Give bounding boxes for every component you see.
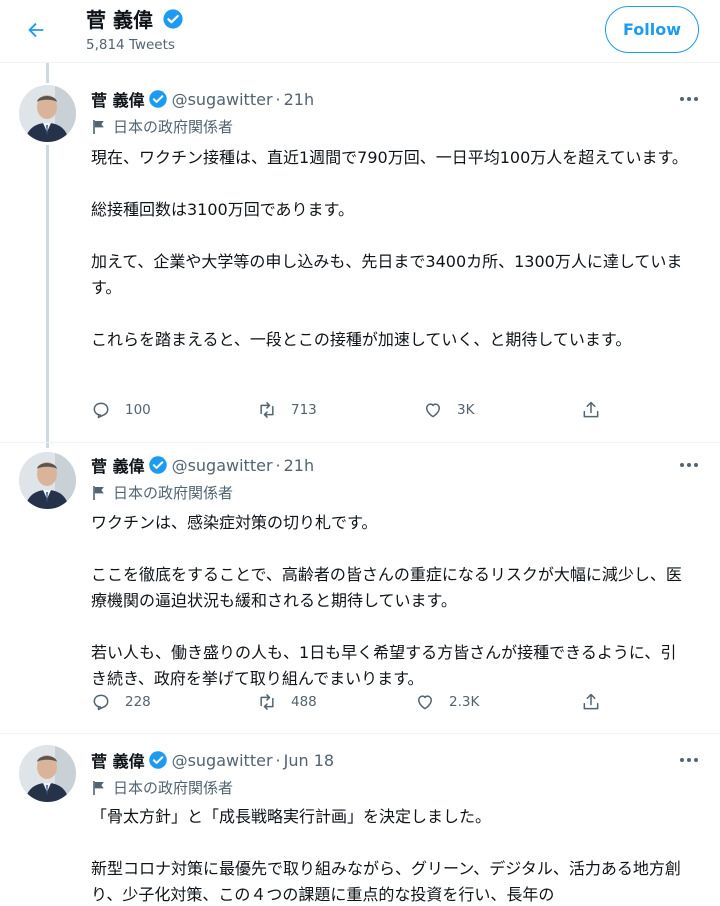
- share-icon: [583, 401, 599, 418]
- author-name[interactable]: 菅 義偉: [91, 453, 145, 477]
- more-icon: [680, 463, 698, 467]
- more-options-button[interactable]: [677, 455, 701, 475]
- tweet-timestamp[interactable]: 21h: [284, 90, 315, 109]
- more-icon: [680, 758, 698, 762]
- tweet-paragraph: 「骨太方針」と「成長戦略実行計画」を決定しました。: [91, 807, 492, 826]
- heart-icon: [426, 403, 440, 418]
- separator-dot: ·: [275, 750, 281, 770]
- flag-icon: [93, 485, 104, 500]
- government-label[interactable]: 日本の政府関係者: [91, 482, 233, 503]
- author-name[interactable]: 菅 義偉: [91, 748, 145, 772]
- tweet-header: 菅 義偉 @sugawitter · Jun 18: [91, 748, 334, 772]
- more-icon: [680, 97, 698, 101]
- back-button[interactable]: [16, 12, 56, 48]
- verified-badge-icon: [148, 89, 168, 109]
- more-options-button[interactable]: [677, 750, 701, 770]
- reply-button[interactable]: 228: [91, 692, 151, 712]
- tweet-count: 5,814 Tweets: [86, 37, 175, 53]
- tweet-paragraph: 新型コロナ対策に最優先で取り組みながら、グリーン、デジタル、活力ある地方創り、少…: [91, 859, 681, 904]
- reply-count: 100: [125, 402, 151, 418]
- tweet-actions: 100 713 3K: [91, 400, 611, 424]
- tweet-timestamp[interactable]: Jun 18: [284, 751, 334, 770]
- separator-dot: ·: [275, 455, 281, 475]
- follow-button[interactable]: Follow: [605, 6, 699, 53]
- like-button[interactable]: 2.3K: [415, 692, 479, 712]
- back-arrow-icon: [28, 22, 44, 38]
- author-handle[interactable]: @sugawitter: [172, 456, 273, 475]
- verified-badge-icon: [148, 750, 168, 770]
- tweet-paragraph: 現在、ワクチン接種は、直近1週間で790万回、一日平均100万人を超えています。: [91, 148, 688, 167]
- tweet[interactable]: 菅 義偉 @sugawitter · 21h 日本の政府関係者 現在、ワクチン接…: [0, 63, 720, 445]
- avatar[interactable]: [19, 452, 76, 509]
- avatar[interactable]: [19, 85, 76, 142]
- tweet-paragraph: 総接種回数は3100万回であります。: [91, 200, 354, 219]
- retweet-count: 488: [291, 694, 317, 710]
- tweet-paragraph: ワクチンは、感染症対策の切り札です。: [91, 513, 378, 532]
- tweet-paragraph: 若い人も、働き盛りの人も、1日も早く希望する方皆さんが接種できるように、引き続き…: [91, 643, 677, 688]
- share-button[interactable]: [581, 400, 601, 420]
- profile-name-title: 菅 義偉: [86, 4, 184, 33]
- like-count: 3K: [457, 402, 475, 418]
- retweet-button[interactable]: 713: [257, 400, 317, 420]
- tweet[interactable]: 菅 義偉 @sugawitter · 21h 日本の政府関係者 ワクチンは、感染…: [0, 443, 720, 735]
- profile-name: 菅 義偉: [86, 8, 153, 32]
- profile-header: 菅 義偉 5,814 Tweets Follow: [0, 0, 720, 63]
- retweet-icon: [260, 694, 274, 710]
- government-label[interactable]: 日本の政府関係者: [91, 116, 233, 137]
- author-handle[interactable]: @sugawitter: [172, 90, 273, 109]
- more-options-button[interactable]: [677, 89, 701, 109]
- reply-button[interactable]: 100: [91, 400, 151, 420]
- heart-icon: [418, 695, 432, 710]
- reply-icon: [93, 694, 109, 711]
- government-label-text: 日本の政府関係者: [113, 779, 234, 797]
- tweet-timestamp[interactable]: 21h: [284, 456, 315, 475]
- author-handle[interactable]: @sugawitter: [172, 751, 273, 770]
- verified-badge-icon: [148, 455, 168, 475]
- tweet-text: ワクチンは、感染症対策の切り札です。 ここを徹底をすることで、高齢者の皆さんの重…: [91, 510, 691, 692]
- verified-badge-icon: [162, 8, 184, 30]
- tweet-paragraph: 加えて、企業や大学等の申し込みも、先日まで3400カ所、1300万人に達していま…: [91, 252, 683, 297]
- tweet-paragraph: ここを徹底をすることで、高齢者の皆さんの重症になるリスクが大幅に減少し、医療機関…: [91, 565, 682, 610]
- tweet-text: 現在、ワクチン接種は、直近1週間で790万回、一日平均100万人を超えています。…: [91, 145, 691, 353]
- author-name[interactable]: 菅 義偉: [91, 87, 145, 111]
- separator-dot: ·: [275, 89, 281, 109]
- tweet[interactable]: 菅 義偉 @sugawitter · Jun 18 日本の政府関係者 「骨太方針…: [0, 734, 720, 906]
- reply-icon: [93, 402, 109, 419]
- tweet-header: 菅 義偉 @sugawitter · 21h: [91, 87, 314, 111]
- retweet-icon: [260, 402, 274, 418]
- retweet-count: 713: [291, 402, 317, 418]
- like-button[interactable]: 3K: [423, 400, 474, 420]
- tweet-text: 「骨太方針」と「成長戦略実行計画」を決定しました。 新型コロナ対策に最優先で取り…: [91, 804, 691, 906]
- flag-icon: [93, 780, 104, 795]
- tweet-header: 菅 義偉 @sugawitter · 21h: [91, 453, 314, 477]
- retweet-button[interactable]: 488: [257, 692, 317, 712]
- avatar[interactable]: [19, 745, 76, 802]
- tweet-paragraph: これらを踏まえると、一段とこの接種が加速していく、と期待しています。: [91, 330, 632, 349]
- flag-icon: [93, 119, 104, 134]
- government-label-text: 日本の政府関係者: [113, 118, 234, 136]
- share-button[interactable]: [581, 692, 601, 712]
- reply-count: 228: [125, 694, 151, 710]
- share-icon: [583, 693, 599, 710]
- like-count: 2.3K: [449, 694, 480, 710]
- government-label[interactable]: 日本の政府関係者: [91, 777, 233, 798]
- tweet-actions: 228 488 2.3K: [91, 692, 611, 716]
- government-label-text: 日本の政府関係者: [113, 484, 234, 502]
